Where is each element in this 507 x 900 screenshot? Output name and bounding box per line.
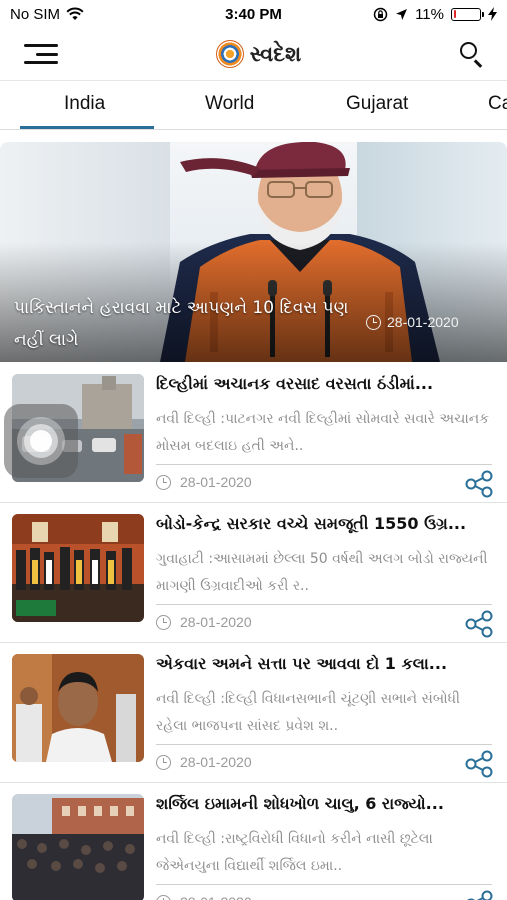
- share-icon[interactable]: [464, 610, 494, 638]
- status-right: 11%: [373, 6, 497, 23]
- status-left: No SIM: [10, 6, 84, 23]
- article-date: 28-01-2020: [156, 614, 252, 630]
- hero-date-text: 28-01-2020: [387, 314, 459, 330]
- clock-icon: [156, 754, 171, 770]
- clock-icon: [366, 314, 381, 330]
- battery-icon: [451, 7, 484, 21]
- brand[interactable]: સ્વદેશ: [215, 40, 302, 68]
- search-button[interactable]: [459, 41, 485, 68]
- share-icon[interactable]: [464, 470, 494, 498]
- tab-india[interactable]: India: [64, 93, 105, 115]
- category-tabs: India World Gujarat Ca: [0, 80, 507, 130]
- clock-icon: [156, 614, 171, 630]
- tab-more[interactable]: Ca: [488, 93, 507, 115]
- screen-lock-icon: [373, 7, 388, 21]
- assistive-touch-button[interactable]: [4, 404, 78, 478]
- app-header: સ્વદેશ: [0, 28, 507, 80]
- search-icon-handle: [474, 59, 483, 68]
- assistive-ring: [30, 430, 52, 452]
- article-date-text: 28-01-2020: [180, 474, 252, 490]
- logo-icon: [215, 40, 244, 68]
- article-title[interactable]: શર્જિલ ઇમામની શોધખોળ ચાલુ, 6 રાજ્યો...: [156, 794, 496, 814]
- article-summary: નવી દિલ્હી :રાષ્ટ્રવિરોધી વિધાનો કરીને ન…: [156, 831, 433, 874]
- search-icon: [459, 42, 477, 59]
- article-rule: [156, 464, 492, 465]
- article-date: 28-01-2020: [156, 474, 252, 490]
- article-summary: ગુવાહાટી :આસામમાં છેલ્લા 50 વર્ષથી અલગ બ…: [156, 551, 488, 594]
- article-date-text: 28-01-2020: [180, 754, 252, 770]
- article-title[interactable]: બોડો-કેન્દ્ર સરકાર વચ્ચે સમજૂતી 1550 ઉગ્…: [156, 514, 496, 534]
- article-rule: [156, 744, 492, 745]
- article-date: 28-01-2020: [156, 894, 252, 900]
- article-thumbnail: [12, 514, 144, 622]
- clock-icon: [156, 894, 171, 900]
- status-bar: No SIM 3:40 PM 11%: [0, 0, 507, 28]
- menu-icon-bar: [36, 52, 58, 56]
- brand-name: સ્વદેશ: [249, 41, 302, 66]
- hero-title[interactable]: પાકિસ્તાનને હરાવવા માટે આપણને 10 દિવસ પણ…: [14, 292, 354, 356]
- article-rule: [156, 884, 492, 885]
- article-title[interactable]: એકવાર અમને સત્તા પર આવવા દો 1 કલા...: [156, 654, 496, 674]
- article-date: 28-01-2020: [156, 754, 252, 770]
- share-icon[interactable]: [464, 750, 494, 778]
- active-tab-indicator: [20, 126, 154, 129]
- battery-level: [453, 10, 457, 18]
- article-item[interactable]: એકવાર અમને સત્તા પર આવવા દો 1 કલા... નવી…: [0, 642, 507, 782]
- article-item[interactable]: બોડો-કેન્દ્ર સરકાર વચ્ચે સમજૂતી 1550 ઉગ્…: [0, 502, 507, 642]
- article-date-text: 28-01-2020: [180, 894, 252, 900]
- menu-icon-bar: [24, 44, 58, 47]
- tab-gujarat[interactable]: Gujarat: [346, 93, 408, 115]
- article-summary: નવી દિલ્હી :પાટનગર નવી દિલ્હીમાં સોમવારે…: [156, 411, 490, 454]
- charging-icon: [488, 7, 497, 21]
- article-item[interactable]: શર્જિલ ઇમામની શોધખોળ ચાલુ, 6 રાજ્યો... ન…: [0, 782, 507, 900]
- article-date-text: 28-01-2020: [180, 614, 252, 630]
- article-thumbnail: [12, 794, 144, 900]
- carrier-label: No SIM: [10, 5, 61, 23]
- hero-date: 28-01-2020: [366, 314, 459, 330]
- menu-icon-bar: [24, 61, 58, 64]
- wifi-icon: [66, 7, 84, 20]
- clock-icon: [156, 474, 171, 490]
- hero-story[interactable]: પાકિસ્તાનને હરાવવા માટે આપણને 10 દિવસ પણ…: [0, 142, 507, 362]
- share-icon[interactable]: [464, 890, 494, 900]
- menu-button[interactable]: [24, 39, 58, 69]
- article-summary: નવી દિલ્હી :દિલ્હી વિધાનસભાની ચૂંટણી સભા…: [156, 691, 461, 734]
- article-rule: [156, 604, 492, 605]
- article-title[interactable]: દિલ્હીમાં અચાનક વરસાદ વરસતા ઠંડીમાં...: [156, 374, 496, 394]
- article-thumbnail: [12, 654, 144, 762]
- battery-percent: 11%: [415, 5, 444, 23]
- tab-world[interactable]: World: [205, 93, 254, 115]
- location-icon: [396, 8, 408, 20]
